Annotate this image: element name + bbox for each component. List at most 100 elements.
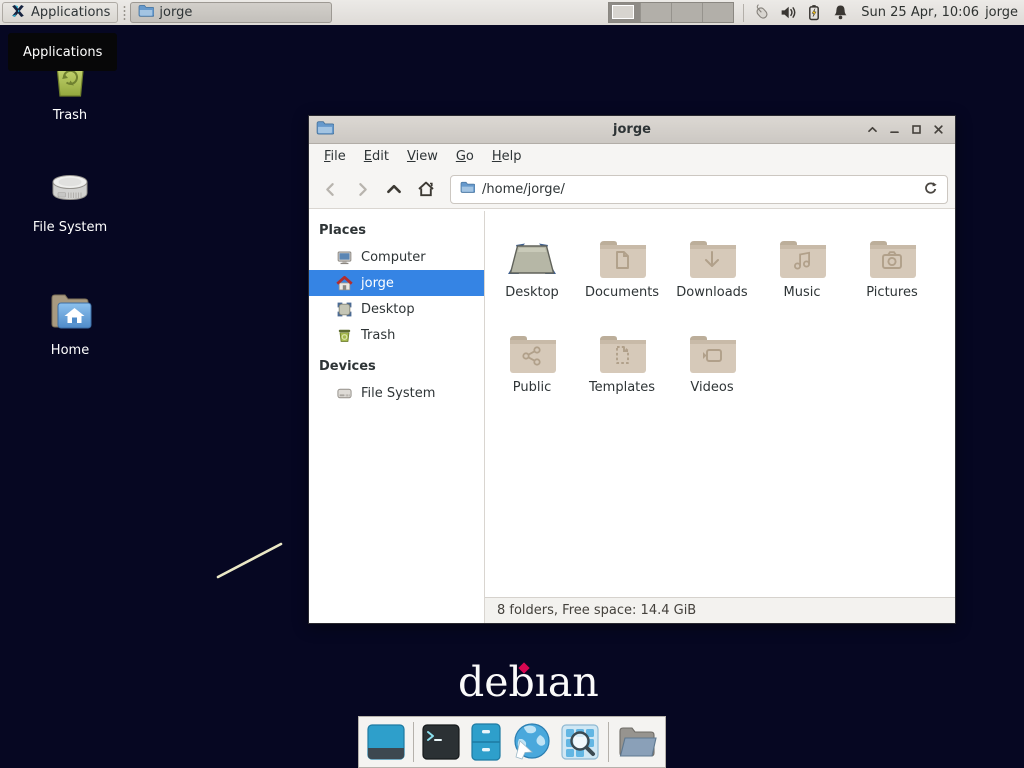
back-button[interactable] — [316, 175, 344, 203]
workspace-4[interactable] — [702, 3, 733, 22]
forward-button[interactable] — [348, 175, 376, 203]
menu-edit[interactable]: Edit — [355, 144, 398, 170]
file-item-documents[interactable]: Documents — [577, 222, 667, 317]
menu-view[interactable]: View — [398, 144, 447, 170]
dock — [358, 716, 666, 768]
tray-separator — [743, 4, 744, 22]
home-folder-icon — [46, 289, 94, 339]
drive-icon — [336, 385, 353, 402]
file-label: Videos — [690, 380, 733, 395]
sidebar-item-label: File System — [361, 386, 435, 401]
titlebar[interactable]: jorge — [309, 116, 955, 144]
folder-icon[interactable] — [616, 721, 658, 763]
window-folder-icon — [316, 120, 334, 140]
reload-icon[interactable] — [923, 180, 938, 199]
file-item-videos[interactable]: Videos — [667, 317, 757, 412]
battery-icon[interactable] — [804, 3, 824, 23]
sidebar-header-places: Places — [309, 218, 484, 244]
file-item-public[interactable]: Public — [487, 317, 577, 412]
desktop-pad-icon — [505, 222, 559, 280]
sidebar-item-label: Desktop — [361, 302, 415, 317]
templates-folder-icon — [595, 317, 649, 375]
shade-button[interactable] — [866, 123, 879, 136]
file-label: Templates — [589, 380, 655, 395]
menu-file[interactable]: File — [315, 144, 355, 170]
mouse-icon[interactable] — [752, 3, 772, 23]
sidebar-item-file-system[interactable]: File System — [309, 380, 484, 406]
file-manager-icon[interactable] — [468, 721, 503, 763]
computer-icon — [336, 249, 353, 266]
menu-go[interactable]: Go — [447, 144, 483, 170]
dock-separator — [413, 722, 414, 762]
path-input[interactable]: /home/jorge/ — [482, 182, 916, 197]
file-item-desktop[interactable]: Desktop — [487, 222, 577, 317]
trash-icon — [336, 327, 353, 344]
desktop-icon-home[interactable]: Home — [15, 289, 125, 358]
home-button[interactable] — [412, 175, 440, 203]
dock-separator — [608, 722, 609, 762]
volume-icon[interactable] — [778, 3, 798, 23]
maximize-button[interactable] — [910, 123, 923, 136]
sidebar-item-desktop[interactable]: Desktop — [309, 296, 484, 322]
file-item-pictures[interactable]: Pictures — [847, 222, 937, 317]
file-item-downloads[interactable]: Downloads — [667, 222, 757, 317]
panel-grab-handle[interactable] — [122, 5, 127, 20]
workspace-2[interactable] — [640, 3, 671, 22]
desktop-icon — [336, 301, 353, 318]
applications-menu-button[interactable]: Applications — [2, 2, 118, 23]
desktop-icon-file-system[interactable]: File System — [15, 168, 125, 235]
show-desktop-icon[interactable] — [366, 721, 406, 763]
workspace-1[interactable] — [609, 3, 640, 22]
application-finder-icon[interactable] — [559, 721, 601, 763]
file-label: Music — [784, 285, 821, 300]
sidebar-item-computer[interactable]: Computer — [309, 244, 484, 270]
menubar: File Edit View Go Help — [309, 144, 955, 170]
user-home-icon — [336, 275, 353, 292]
close-button[interactable] — [932, 123, 945, 136]
toolbar: /home/jorge/ — [309, 170, 955, 209]
taskbar-button-label: jorge — [159, 5, 192, 20]
file-grid: Desktop Documents — [485, 211, 955, 412]
minimize-button[interactable] — [888, 123, 901, 136]
file-manager-window: jorge File Edit View Go Help — [308, 115, 956, 624]
workspace-3[interactable] — [671, 3, 702, 22]
file-label: Documents — [585, 285, 659, 300]
stray-line — [210, 535, 292, 587]
videos-folder-icon — [685, 317, 739, 375]
path-folder-icon — [460, 181, 475, 198]
applications-menu-icon — [10, 3, 26, 23]
menu-help[interactable]: Help — [483, 144, 531, 170]
applications-tooltip: Applications — [8, 33, 117, 71]
downloads-folder-icon — [685, 222, 739, 280]
web-browser-icon[interactable] — [510, 721, 552, 763]
desktop-icon-label: Trash — [53, 108, 87, 123]
taskbar-button-jorge[interactable]: jorge — [130, 2, 332, 23]
desktop-icon-label: File System — [33, 220, 107, 235]
folder-icon — [138, 4, 154, 22]
workspace-pager — [608, 2, 734, 23]
file-view: Desktop Documents — [485, 211, 955, 623]
panel-username: jorge — [985, 5, 1018, 20]
workspace-window-preview — [612, 5, 634, 19]
music-folder-icon — [775, 222, 829, 280]
notifications-icon[interactable] — [830, 3, 850, 23]
file-item-templates[interactable]: Templates — [577, 317, 667, 412]
debian-logo-text: ıan — [535, 658, 599, 706]
sidebar-header-devices: Devices — [309, 354, 484, 380]
applications-menu-label: Applications — [31, 5, 110, 20]
file-label: Desktop — [505, 285, 559, 300]
up-button[interactable] — [380, 175, 408, 203]
sidebar: Places Computer — [309, 211, 485, 623]
public-folder-icon — [505, 317, 559, 375]
drive-icon — [45, 168, 95, 216]
sidebar-item-jorge[interactable]: jorge — [309, 270, 484, 296]
path-bar[interactable]: /home/jorge/ — [450, 175, 948, 204]
top-panel: Applications jorge — [0, 0, 1024, 25]
debian-logo: debıan — [458, 660, 599, 705]
pictures-folder-icon — [865, 222, 919, 280]
file-label: Downloads — [676, 285, 747, 300]
sidebar-item-trash[interactable]: Trash — [309, 322, 484, 348]
file-item-music[interactable]: Music — [757, 222, 847, 317]
sidebar-item-label: Computer — [361, 250, 426, 265]
terminal-icon[interactable] — [421, 721, 461, 763]
